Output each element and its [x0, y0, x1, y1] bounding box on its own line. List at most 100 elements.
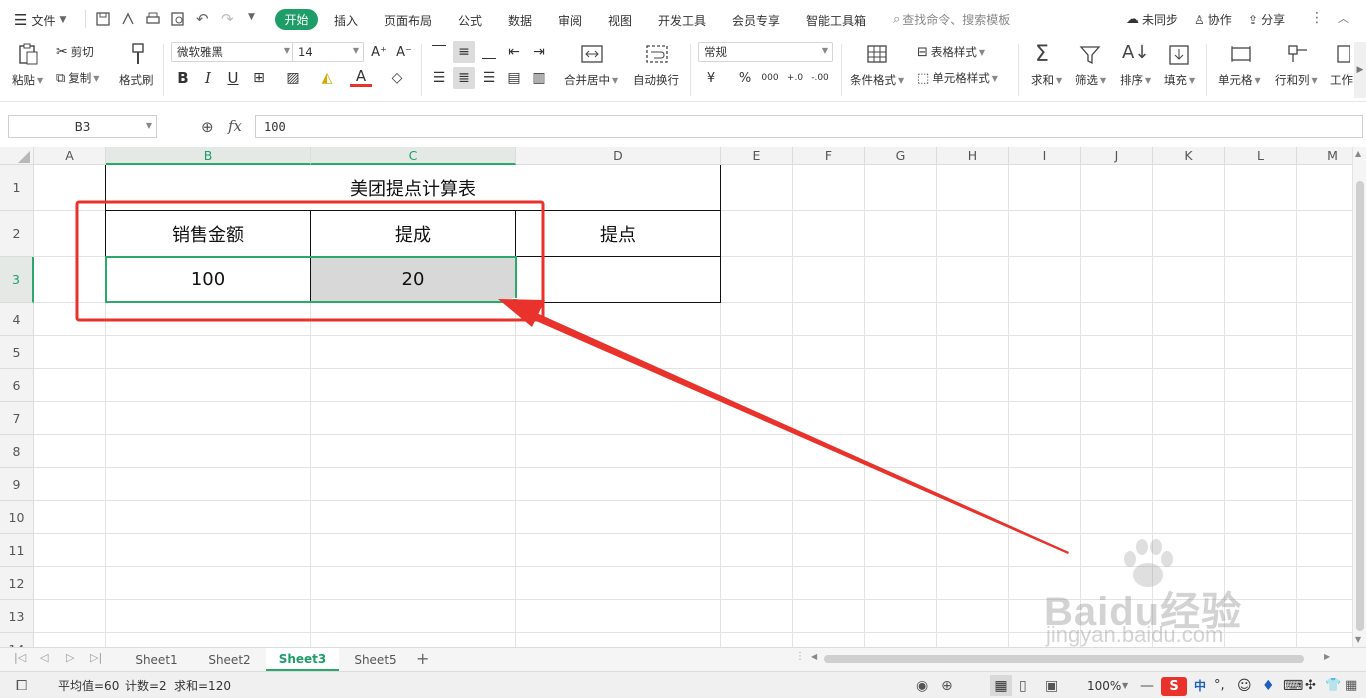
collapse-ribbon-icon[interactable]: ︿: [1338, 10, 1349, 26]
microphone-icon[interactable]: ♦: [1262, 672, 1275, 699]
increase-decimal-icon[interactable]: +.0: [784, 67, 806, 89]
skin-icon[interactable]: 👕: [1325, 672, 1341, 699]
sheet-tab-sheet5[interactable]: Sheet5: [339, 648, 412, 671]
sync-button[interactable]: ☁ 未同步: [1126, 11, 1178, 28]
align-bottom-icon[interactable]: ⎽: [478, 41, 500, 63]
vertical-scrollbar[interactable]: ▲ ▼: [1352, 147, 1366, 647]
tab-developer[interactable]: 开发工具: [658, 12, 706, 29]
justify-icon[interactable]: ▤: [503, 67, 525, 89]
align-left-icon[interactable]: ☰: [428, 67, 450, 89]
collab-button[interactable]: ♙ 协作: [1194, 11, 1232, 28]
sum-icon[interactable]: Σ: [1035, 42, 1049, 67]
macro-record-icon[interactable]: ⧠: [16, 672, 27, 699]
scrollbar-thumb[interactable]: [1356, 181, 1364, 631]
thousands-separator-icon[interactable]: 000: [759, 67, 781, 89]
sogou-ime-icon[interactable]: S: [1161, 677, 1187, 696]
underline-icon[interactable]: U: [222, 67, 244, 89]
currency-icon[interactable]: ¥: [700, 67, 722, 89]
zoom-formula-icon[interactable]: ⊕: [201, 118, 214, 136]
fill-button[interactable]: 填充 ▼: [1164, 72, 1195, 88]
format-painter-button[interactable]: 格式刷: [119, 72, 154, 88]
cells-button[interactable]: 单元格 ▼: [1218, 72, 1261, 88]
font-name-select[interactable]: 微软雅黑 ▼: [171, 42, 295, 62]
copy-button[interactable]: ⧉ 复制 ▼: [56, 70, 99, 86]
tab-data[interactable]: 数据: [508, 12, 532, 29]
border-icon[interactable]: ⊞: [248, 67, 270, 89]
paste-icon[interactable]: [16, 42, 40, 66]
formula-input[interactable]: 100: [255, 115, 1363, 138]
print-icon[interactable]: [145, 11, 161, 27]
file-menu[interactable]: ☰ 文件 ▼: [14, 11, 66, 29]
scroll-right-icon[interactable]: ▶: [1324, 652, 1330, 661]
sheet-tab-sheet3[interactable]: Sheet3: [266, 648, 339, 671]
fill-pattern-icon[interactable]: ▨: [282, 67, 304, 89]
scroll-left-icon[interactable]: ◀: [811, 652, 817, 661]
output-icon[interactable]: [120, 11, 136, 27]
fill-icon[interactable]: [1168, 44, 1190, 66]
sort-icon[interactable]: A↓: [1122, 42, 1149, 63]
cell-style-button[interactable]: ⬚ 单元格样式 ▼: [917, 70, 998, 86]
paste-button[interactable]: 粘贴 ▼: [12, 72, 43, 88]
zoom-level[interactable]: 100%: [1087, 672, 1121, 699]
font-color-icon[interactable]: A: [350, 67, 372, 87]
align-middle-icon[interactable]: ≡: [453, 41, 475, 63]
tab-review[interactable]: 审阅: [558, 12, 582, 29]
insert-function-icon[interactable]: fx: [228, 117, 242, 135]
scroll-down-icon[interactable]: ▼: [1355, 635, 1361, 644]
sum-button[interactable]: 求和 ▼: [1031, 72, 1062, 88]
fill-color-icon[interactable]: ◭: [316, 67, 338, 89]
punctuation-icon[interactable]: °,: [1214, 672, 1225, 699]
tab-smart-tools[interactable]: 智能工具箱: [806, 12, 866, 29]
bold-icon[interactable]: B: [172, 67, 194, 89]
zoom-dropdown-icon[interactable]: ▼: [1122, 672, 1128, 699]
add-sheet-icon[interactable]: +: [416, 649, 429, 668]
name-box[interactable]: B3 ▼: [8, 115, 157, 138]
wrap-text-icon[interactable]: [645, 44, 669, 64]
sort-button[interactable]: 排序 ▼: [1120, 72, 1151, 88]
last-sheet-icon[interactable]: ▷|: [90, 651, 102, 664]
page-break-view-icon[interactable]: ▣: [1045, 672, 1058, 699]
first-sheet-icon[interactable]: |◁: [14, 651, 26, 664]
ime-icon[interactable]: ⊕: [941, 672, 953, 699]
sheet-tab-sheet1[interactable]: Sheet1: [120, 648, 193, 671]
conditional-format-button[interactable]: 条件格式 ▼: [850, 72, 904, 88]
italic-icon[interactable]: I: [197, 67, 219, 89]
filter-icon[interactable]: [1079, 44, 1101, 66]
hscrollbar-thumb[interactable]: [824, 655, 1304, 663]
worksheet-button[interactable]: 工作: [1330, 72, 1353, 88]
normal-view-icon[interactable]: ▦: [990, 675, 1012, 696]
cells-icon[interactable]: [1229, 44, 1253, 64]
page-layout-view-icon[interactable]: ▯: [1019, 672, 1027, 699]
scroll-up-icon[interactable]: ▲: [1355, 149, 1361, 158]
font-size-select[interactable]: 14 ▼: [292, 42, 364, 62]
tab-member[interactable]: 会员专享: [732, 12, 780, 29]
table-style-button[interactable]: ⊟ 表格样式 ▼: [917, 44, 985, 60]
more-icon[interactable]: ⋮: [1310, 10, 1324, 26]
keyboard-icon[interactable]: ⌨: [1283, 672, 1303, 699]
tab-home[interactable]: 开始: [275, 9, 318, 30]
undo-icon[interactable]: ↶: [196, 10, 209, 28]
emoji-icon[interactable]: ☺: [1237, 672, 1252, 699]
conditional-format-icon[interactable]: [866, 44, 888, 64]
decrease-decimal-icon[interactable]: -.00: [809, 67, 831, 89]
toolbox-icon[interactable]: ✣: [1305, 672, 1316, 699]
decrease-indent-icon[interactable]: ⇤: [503, 41, 525, 63]
increase-indent-icon[interactable]: ⇥: [528, 41, 550, 63]
clear-format-icon[interactable]: ◇: [386, 67, 408, 89]
number-format-select[interactable]: 常规 ▼: [698, 42, 833, 62]
row-column-button[interactable]: 行和列 ▼: [1275, 72, 1318, 88]
format-painter-icon[interactable]: [127, 42, 149, 66]
filter-button[interactable]: 筛选 ▼: [1075, 72, 1106, 88]
row-column-icon[interactable]: [1286, 44, 1310, 64]
settings-icon[interactable]: ▦: [1345, 672, 1357, 699]
command-search[interactable]: ⌕ 查找命令、搜索模板: [893, 11, 1010, 28]
prev-sheet-icon[interactable]: ◁: [40, 651, 48, 664]
print-preview-icon[interactable]: [170, 11, 186, 27]
next-sheet-icon[interactable]: ▷: [66, 651, 74, 664]
share-button[interactable]: ⇪ 分享: [1248, 11, 1285, 28]
distributed-align-icon[interactable]: ▥: [528, 67, 550, 89]
decrease-font-icon[interactable]: A⁻: [393, 41, 415, 63]
ime-language[interactable]: 中: [1194, 672, 1206, 699]
align-top-icon[interactable]: ⎺: [428, 41, 450, 63]
tab-page-layout[interactable]: 页面布局: [384, 12, 432, 29]
